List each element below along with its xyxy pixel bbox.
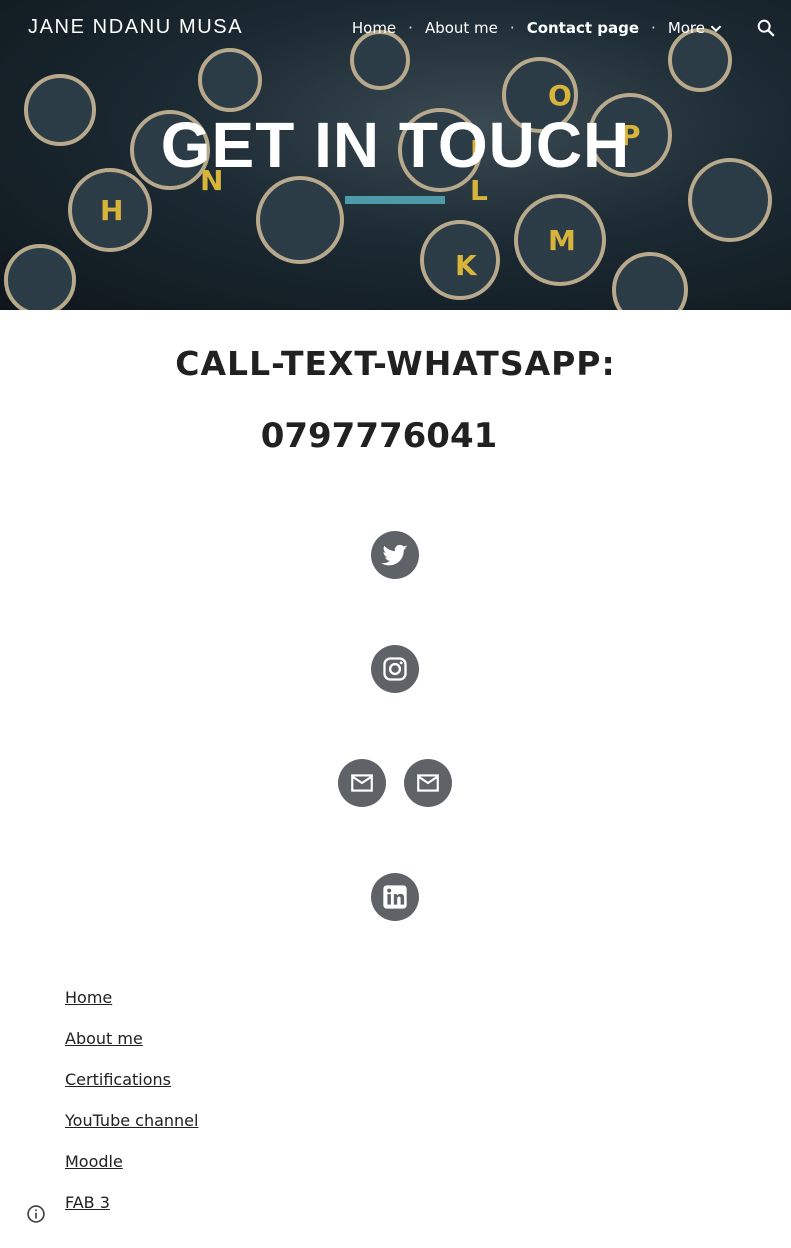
email-button[interactable]	[338, 759, 386, 807]
chevron-down-icon	[710, 25, 722, 33]
site-info-button[interactable]	[26, 1204, 46, 1224]
title-underline	[345, 196, 445, 204]
twitter-icon	[381, 544, 408, 566]
instagram-icon	[383, 657, 407, 681]
footer-link-home[interactable]: Home	[65, 986, 198, 1027]
linkedin-button[interactable]	[371, 873, 419, 921]
top-nav: Home · About me · Contact page · More	[352, 0, 791, 56]
search-icon	[757, 19, 775, 37]
footer-link-about-me[interactable]: About me	[65, 1027, 198, 1068]
nav-item-more[interactable]: More	[668, 17, 727, 39]
nav-separator: ·	[408, 19, 413, 37]
nav-more-label: More	[667, 19, 705, 37]
linkedin-icon	[383, 885, 407, 909]
email-button[interactable]	[404, 759, 452, 807]
search-button[interactable]	[755, 17, 777, 39]
twitter-button[interactable]	[371, 531, 419, 579]
phone-number: 0797776041	[260, 416, 498, 456]
page-title: GET IN TOUCH	[160, 109, 631, 181]
nav-separator: ·	[651, 19, 656, 37]
info-icon	[27, 1205, 45, 1223]
footer-link-certifications[interactable]: Certifications	[65, 1068, 198, 1109]
footer-link-fab-3[interactable]: FAB 3	[65, 1191, 198, 1232]
svg-text:K: K	[455, 249, 478, 282]
call-text-heading: CALL-TEXT-WHATSAPP:	[175, 344, 616, 383]
email-icon	[351, 774, 373, 792]
nav-item-about-me[interactable]: About me	[425, 19, 498, 37]
nav-item-home[interactable]: Home	[352, 19, 396, 37]
svg-text:H: H	[100, 194, 123, 227]
footer-link-youtube-channel[interactable]: YouTube channel	[65, 1109, 198, 1150]
footer-nav: Home About me Certifications YouTube cha…	[65, 986, 198, 1232]
nav-item-contact-page[interactable]: Contact page	[527, 19, 639, 37]
email-icon	[417, 774, 439, 792]
site-title[interactable]: JANE NDANU MUSA	[28, 16, 243, 39]
nav-separator: ·	[509, 19, 515, 37]
hero-banner: OPM LKN HI JANE NDANU MUSA Home · About …	[0, 0, 791, 310]
instagram-button[interactable]	[371, 645, 419, 693]
svg-text:M: M	[548, 224, 576, 257]
footer-link-moodle[interactable]: Moodle	[65, 1150, 198, 1191]
